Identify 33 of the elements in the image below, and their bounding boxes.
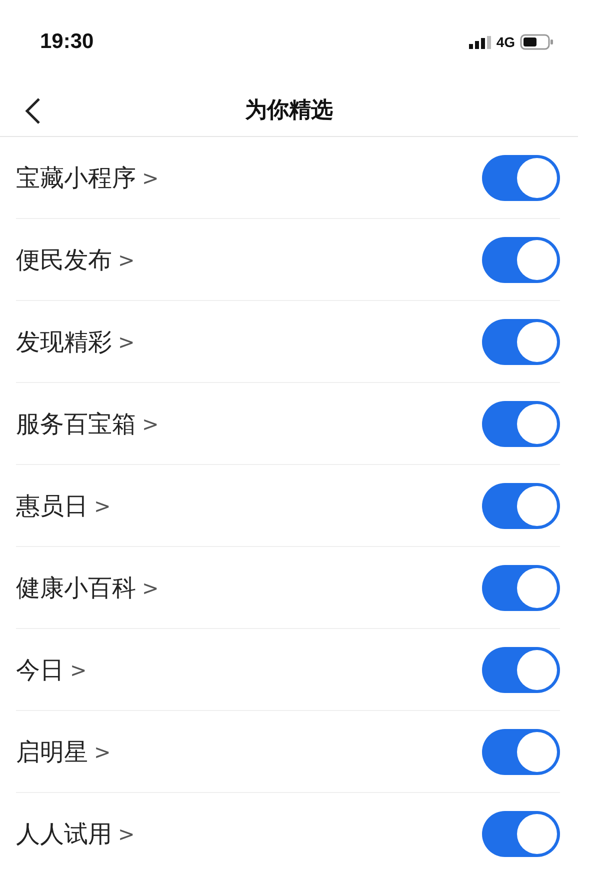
setting-label[interactable]: 启明星 xyxy=(16,736,88,768)
chevron-text: > xyxy=(70,658,88,682)
setting-label[interactable]: 发现精彩 xyxy=(16,326,112,358)
chevron-text: > xyxy=(142,576,160,600)
chevron-text: > xyxy=(118,822,136,846)
chevron-text: > xyxy=(94,494,112,518)
setting-label[interactable]: 惠员日 xyxy=(16,490,88,522)
toggle-switch[interactable] xyxy=(482,154,560,200)
setting-label[interactable]: 宝藏小程序 xyxy=(16,162,136,194)
toggle-switch[interactable] xyxy=(482,646,560,692)
signal-icon xyxy=(469,36,492,48)
status-time: 19:30 xyxy=(40,30,94,54)
setting-label[interactable]: 健康小百科 xyxy=(16,572,136,604)
network-type: 4G xyxy=(496,34,515,50)
chevron-text: > xyxy=(118,248,136,272)
toggle-switch[interactable] xyxy=(482,810,560,856)
setting-label[interactable]: 人人试用 xyxy=(16,818,112,850)
toggle-switch[interactable] xyxy=(482,728,560,774)
page-title: 为你精选 xyxy=(245,97,333,125)
toggle-switch[interactable] xyxy=(482,236,560,282)
toggle-switch[interactable] xyxy=(482,564,560,610)
chevron-text: > xyxy=(142,412,160,436)
setting-label[interactable]: 服务百宝箱 xyxy=(16,408,136,440)
toggle-switch[interactable] xyxy=(482,318,560,364)
setting-label[interactable]: 今日 xyxy=(16,654,64,686)
chevron-text: > xyxy=(94,740,112,764)
chevron-text: > xyxy=(118,330,136,354)
toggle-switch[interactable] xyxy=(482,400,560,446)
chevron-text: > xyxy=(142,166,160,190)
battery-icon xyxy=(520,34,554,50)
setting-label[interactable]: 便民发布 xyxy=(16,244,112,276)
toggle-switch[interactable] xyxy=(482,482,560,528)
back-icon[interactable] xyxy=(24,97,42,125)
